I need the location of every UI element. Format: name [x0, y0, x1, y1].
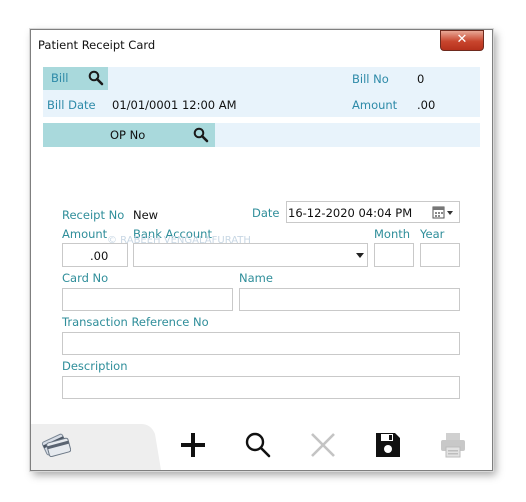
amount-input-value: .00 [90, 249, 109, 263]
op-no-label: OP No [110, 128, 146, 142]
date-value: 16-12-2020 04:04 PM [288, 206, 413, 220]
bank-account-select[interactable] [133, 243, 368, 267]
op-search-box[interactable]: OP No [43, 123, 215, 147]
year-label: Year [420, 227, 445, 241]
calendar-dropdown-icon[interactable] [432, 206, 456, 219]
chevron-down-icon [356, 253, 364, 258]
receipt-no-value: New [133, 208, 159, 222]
receipt-no-label: Receipt No [62, 208, 125, 222]
description-label: Description [62, 359, 128, 373]
bill-no-label: Bill No [352, 72, 389, 86]
name-label: Name [239, 271, 273, 285]
add-icon[interactable] [178, 430, 208, 460]
save-icon[interactable] [373, 430, 403, 460]
window-title: Patient Receipt Card [38, 38, 156, 52]
search-icon[interactable] [243, 430, 273, 460]
month-label: Month [374, 227, 411, 241]
card-no-label: Card No [62, 271, 109, 285]
close-icon: ✕ [456, 32, 468, 47]
bill-row-band [43, 67, 480, 92]
bill-date-row-band [43, 92, 480, 117]
date-picker[interactable]: 16-12-2020 04:04 PM [286, 201, 460, 223]
date-label: Date [252, 206, 280, 220]
bill-date-label: Bill Date [47, 98, 96, 112]
print-icon[interactable] [438, 430, 468, 460]
bill-search-box[interactable]: Bill [43, 67, 108, 90]
title-bar: Patient Receipt Card ✕ [31, 30, 492, 58]
close-button[interactable]: ✕ [440, 30, 484, 51]
amount-input[interactable]: .00 [62, 243, 128, 267]
bill-amount-value: .00 [417, 98, 436, 112]
delete-icon[interactable] [308, 430, 338, 460]
year-input[interactable] [420, 243, 460, 267]
patient-receipt-window: Patient Receipt Card ✕ Bill Bill No 0 Bi… [30, 29, 493, 471]
bill-label: Bill [51, 71, 69, 85]
description-input[interactable] [62, 376, 460, 399]
card-no-input[interactable] [62, 288, 233, 311]
amount-label: Amount [62, 227, 108, 241]
name-input[interactable] [239, 288, 460, 311]
transaction-ref-label: Transaction Reference No [62, 315, 209, 329]
search-icon[interactable] [88, 70, 104, 86]
bill-no-value: 0 [417, 72, 425, 86]
search-icon[interactable] [193, 127, 209, 143]
card-icon[interactable] [41, 430, 71, 460]
bill-amount-label: Amount [352, 98, 398, 112]
month-input[interactable] [374, 243, 414, 267]
transaction-ref-input[interactable] [62, 332, 460, 355]
bill-date-value: 01/01/0001 12:00 AM [112, 98, 237, 112]
